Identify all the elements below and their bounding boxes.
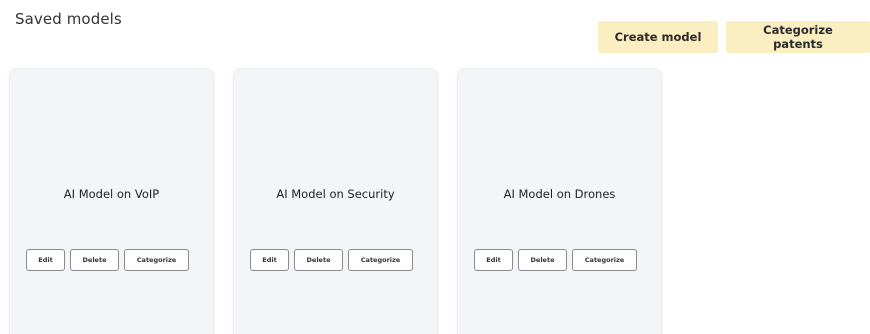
model-card-title: AI Model on VoIP — [63, 187, 160, 201]
edit-button[interactable]: Edit — [250, 249, 289, 271]
model-card[interactable]: AI Model on Security Edit Delete Categor… — [233, 68, 438, 334]
model-card-title: AI Model on Drones — [503, 187, 616, 201]
model-card[interactable]: AI Model on VoIP Edit Delete Categorize — [9, 68, 214, 334]
model-card[interactable]: AI Model on Drones Edit Delete Categoriz… — [457, 68, 662, 334]
delete-button[interactable]: Delete — [70, 249, 119, 271]
model-card-actions: Edit Delete Categorize — [26, 249, 189, 271]
model-card-list: AI Model on VoIP Edit Delete Categorize … — [9, 68, 662, 334]
delete-button[interactable]: Delete — [518, 249, 567, 271]
header-actions: Create model Categorize patents — [598, 21, 870, 53]
saved-models-page: Saved models Create model Categorize pat… — [0, 0, 870, 334]
edit-button[interactable]: Edit — [26, 249, 65, 271]
model-card-actions: Edit Delete Categorize — [250, 249, 413, 271]
categorize-button[interactable]: Categorize — [348, 249, 413, 271]
categorize-patents-button[interactable]: Categorize patents — [726, 21, 870, 53]
edit-button[interactable]: Edit — [474, 249, 513, 271]
categorize-button[interactable]: Categorize — [572, 249, 637, 271]
page-title: Saved models — [15, 10, 122, 28]
model-card-actions: Edit Delete Categorize — [474, 249, 637, 271]
model-card-title: AI Model on Security — [276, 187, 395, 201]
categorize-button[interactable]: Categorize — [124, 249, 189, 271]
create-model-button[interactable]: Create model — [598, 21, 718, 53]
delete-button[interactable]: Delete — [294, 249, 343, 271]
